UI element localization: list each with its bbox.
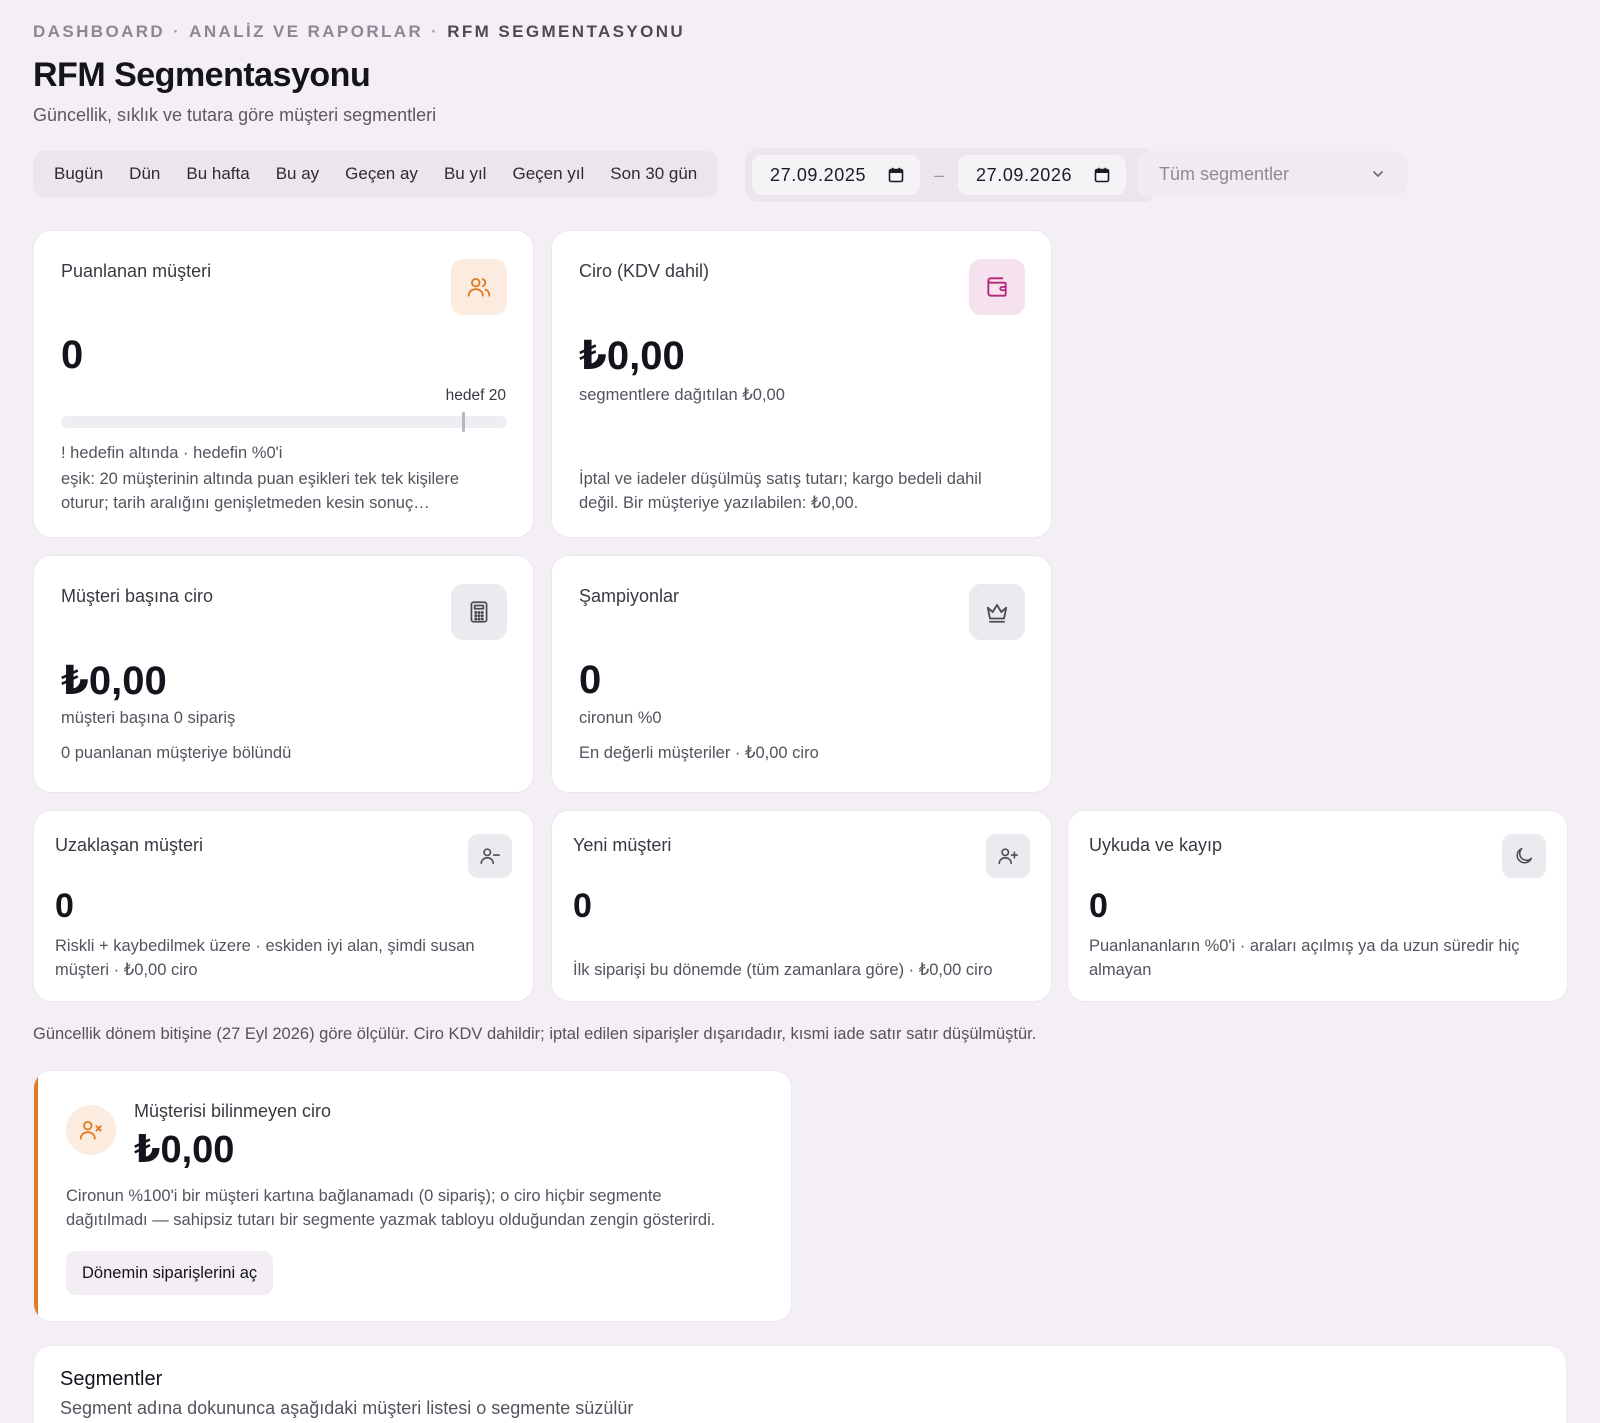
dormant-note-line: Puanlananların %0'i · araları açılmış ya… bbox=[1089, 937, 1520, 955]
breadcrumb-dashboard[interactable]: DASHBOARD bbox=[33, 22, 165, 41]
card-revenue-per-customer: Müşteri başına ciro ₺0,00 müşteri başına… bbox=[33, 555, 534, 793]
new-customer-note: İlk siparişi bu dönemde (tüm zamanlara g… bbox=[573, 961, 993, 979]
range-this-month[interactable]: Bu ay bbox=[263, 157, 332, 191]
user-x-icon bbox=[66, 1105, 116, 1155]
card-label: Uzaklaşan müşteri bbox=[55, 835, 204, 855]
card-drifting-customers: Uzaklaşan müşteri 0 Riskli + kaybedilmek… bbox=[33, 810, 534, 1002]
target-marker bbox=[462, 412, 466, 432]
users-icon bbox=[451, 259, 507, 315]
moon-icon bbox=[1502, 834, 1546, 878]
drifting-note-line: Riskli + kaybedilmek üzere · eskiden iyi… bbox=[55, 937, 475, 955]
unknown-revenue-text-line: Cironun %100'i bir müşteri kartına bağla… bbox=[66, 1187, 662, 1205]
warning-accent-bar bbox=[34, 1071, 38, 1321]
date-separator: – bbox=[933, 164, 944, 185]
target-progress-bar bbox=[61, 416, 507, 428]
end-date-input[interactable]: 27.09.2026 bbox=[958, 155, 1126, 195]
scored-value: 0 bbox=[61, 333, 84, 377]
unknown-revenue-value: ₺0,00 bbox=[134, 1129, 235, 1171]
range-last-month[interactable]: Geçen ay bbox=[332, 157, 431, 191]
champions-note: En değerli müşteriler · ₺0,00 ciro bbox=[579, 744, 819, 762]
calendar-icon[interactable] bbox=[1094, 167, 1110, 183]
threshold-note-line: oturur; tarih aralığını genişletmeden ke… bbox=[61, 494, 430, 512]
segment-select[interactable]: Tüm segmentler bbox=[1137, 151, 1407, 197]
breadcrumb-current: RFM SEGMENTASYONU bbox=[447, 22, 686, 41]
end-date-value: 27.09.2026 bbox=[976, 164, 1073, 185]
range-yesterday[interactable]: Dün bbox=[116, 157, 173, 191]
new-customer-value: 0 bbox=[573, 887, 592, 925]
unknown-customer-revenue-card: Müşterisi bilinmeyen ciro ₺0,00 Cironun … bbox=[33, 1070, 792, 1322]
drifting-value: 0 bbox=[55, 887, 74, 925]
user-minus-icon bbox=[468, 834, 512, 878]
range-today[interactable]: Bugün bbox=[41, 157, 116, 191]
card-champions: Şampiyonlar 0 cironun %0 En değerli müşt… bbox=[551, 555, 1052, 793]
card-label: Müşteri başına ciro bbox=[61, 586, 214, 606]
segments-title: Segmentler bbox=[60, 1368, 163, 1390]
segments-card: Segmentler Segment adına dokununca aşağı… bbox=[33, 1345, 1567, 1423]
card-label: Uykuda ve kayıp bbox=[1089, 835, 1223, 855]
page-subtitle: Güncellik, sıklık ve tutara göre müşteri… bbox=[33, 105, 437, 125]
start-date-value: 27.09.2025 bbox=[770, 164, 867, 185]
range-this-week[interactable]: Bu hafta bbox=[173, 157, 262, 191]
card-revenue: Ciro (KDV dahil) ₺0,00 segmentlere dağıt… bbox=[551, 230, 1052, 538]
target-label: hedef 20 bbox=[445, 387, 506, 404]
unknown-revenue-label: Müşterisi bilinmeyen ciro bbox=[134, 1101, 332, 1121]
card-dormant-lost: Uykuda ve kayıp 0 Puanlananların %0'i · … bbox=[1067, 810, 1568, 1002]
card-scored-customers: Puanlanan müşteri 0 hedef 20 ! hedefin a… bbox=[33, 230, 534, 538]
per-customer-note: 0 puanlanan müşteriye bölündü bbox=[61, 744, 292, 762]
breadcrumb-analytics[interactable]: ANALİZ VE RAPORLAR bbox=[189, 22, 423, 41]
calculator-icon bbox=[451, 584, 507, 640]
calendar-icon[interactable] bbox=[888, 167, 904, 183]
card-label: Ciro (KDV dahil) bbox=[579, 261, 710, 281]
range-last-30-days[interactable]: Son 30 gün bbox=[597, 157, 710, 191]
revenue-distributed: segmentlere dağıtılan ₺0,00 bbox=[579, 386, 785, 404]
start-date-input[interactable]: 27.09.2025 bbox=[752, 155, 920, 195]
target-status: ! hedefin altında · hedefin %0'i bbox=[61, 444, 283, 462]
segment-select-placeholder: Tüm segmentler bbox=[1159, 163, 1290, 184]
orders-per-customer: müşteri başına 0 sipariş bbox=[61, 709, 236, 727]
threshold-note-line: eşik: 20 müşterinin altında puan eşikler… bbox=[61, 470, 460, 488]
revenue-value: ₺0,00 bbox=[579, 334, 685, 378]
page-title: RFM Segmentasyonu bbox=[33, 56, 371, 94]
user-plus-icon bbox=[986, 834, 1030, 878]
methodology-footnote: Güncellik dönem bitişine (27 Eyl 2026) g… bbox=[33, 1025, 1037, 1043]
card-label: Puanlanan müşteri bbox=[61, 261, 212, 281]
per-customer-value: ₺0,00 bbox=[61, 659, 167, 703]
drifting-note-line: müşteri · ₺0,00 ciro bbox=[55, 961, 198, 979]
open-period-orders-button[interactable]: Dönemin siparişlerini aç bbox=[66, 1251, 274, 1295]
champions-revenue-share: cironun %0 bbox=[579, 709, 662, 727]
dormant-value: 0 bbox=[1089, 887, 1108, 925]
breadcrumb-separator: · bbox=[431, 22, 440, 41]
range-last-year[interactable]: Geçen yıl bbox=[499, 157, 597, 191]
wallet-icon bbox=[969, 259, 1025, 315]
dormant-note-line: almayan bbox=[1089, 961, 1152, 979]
breadcrumb: DASHBOARD · ANALİZ VE RAPORLAR · RFM SEGMENT… bbox=[33, 22, 685, 42]
card-label: Şampiyonlar bbox=[579, 586, 680, 606]
revenue-note-line: İptal ve iadeler düşülmüş satış tutarı; … bbox=[579, 470, 982, 488]
range-this-year[interactable]: Bu yıl bbox=[431, 157, 500, 191]
chevron-down-icon bbox=[1373, 171, 1383, 177]
breadcrumb-separator: · bbox=[173, 22, 182, 41]
champions-value: 0 bbox=[579, 658, 602, 702]
card-new-customers: Yeni müşteri 0 İlk siparişi bu dönemde (… bbox=[551, 810, 1052, 1002]
revenue-note-line: değil. Bir müşteriye yazılabilen: ₺0,00. bbox=[579, 494, 859, 512]
segments-subtitle: Segment adına dokununca aşağıdaki müşter… bbox=[60, 1398, 634, 1418]
crown-icon bbox=[969, 584, 1025, 640]
date-range-picker: 27.09.2025 – 27.09.2026 bbox=[745, 148, 1157, 202]
unknown-revenue-text-line: dağıtılmadı — sahipsiz tutarı bir segmen… bbox=[66, 1211, 716, 1229]
quick-range-bar: Bugün Dün Bu hafta Bu ay Geçen ay Bu yıl… bbox=[33, 151, 719, 197]
card-label: Yeni müşteri bbox=[573, 835, 672, 855]
